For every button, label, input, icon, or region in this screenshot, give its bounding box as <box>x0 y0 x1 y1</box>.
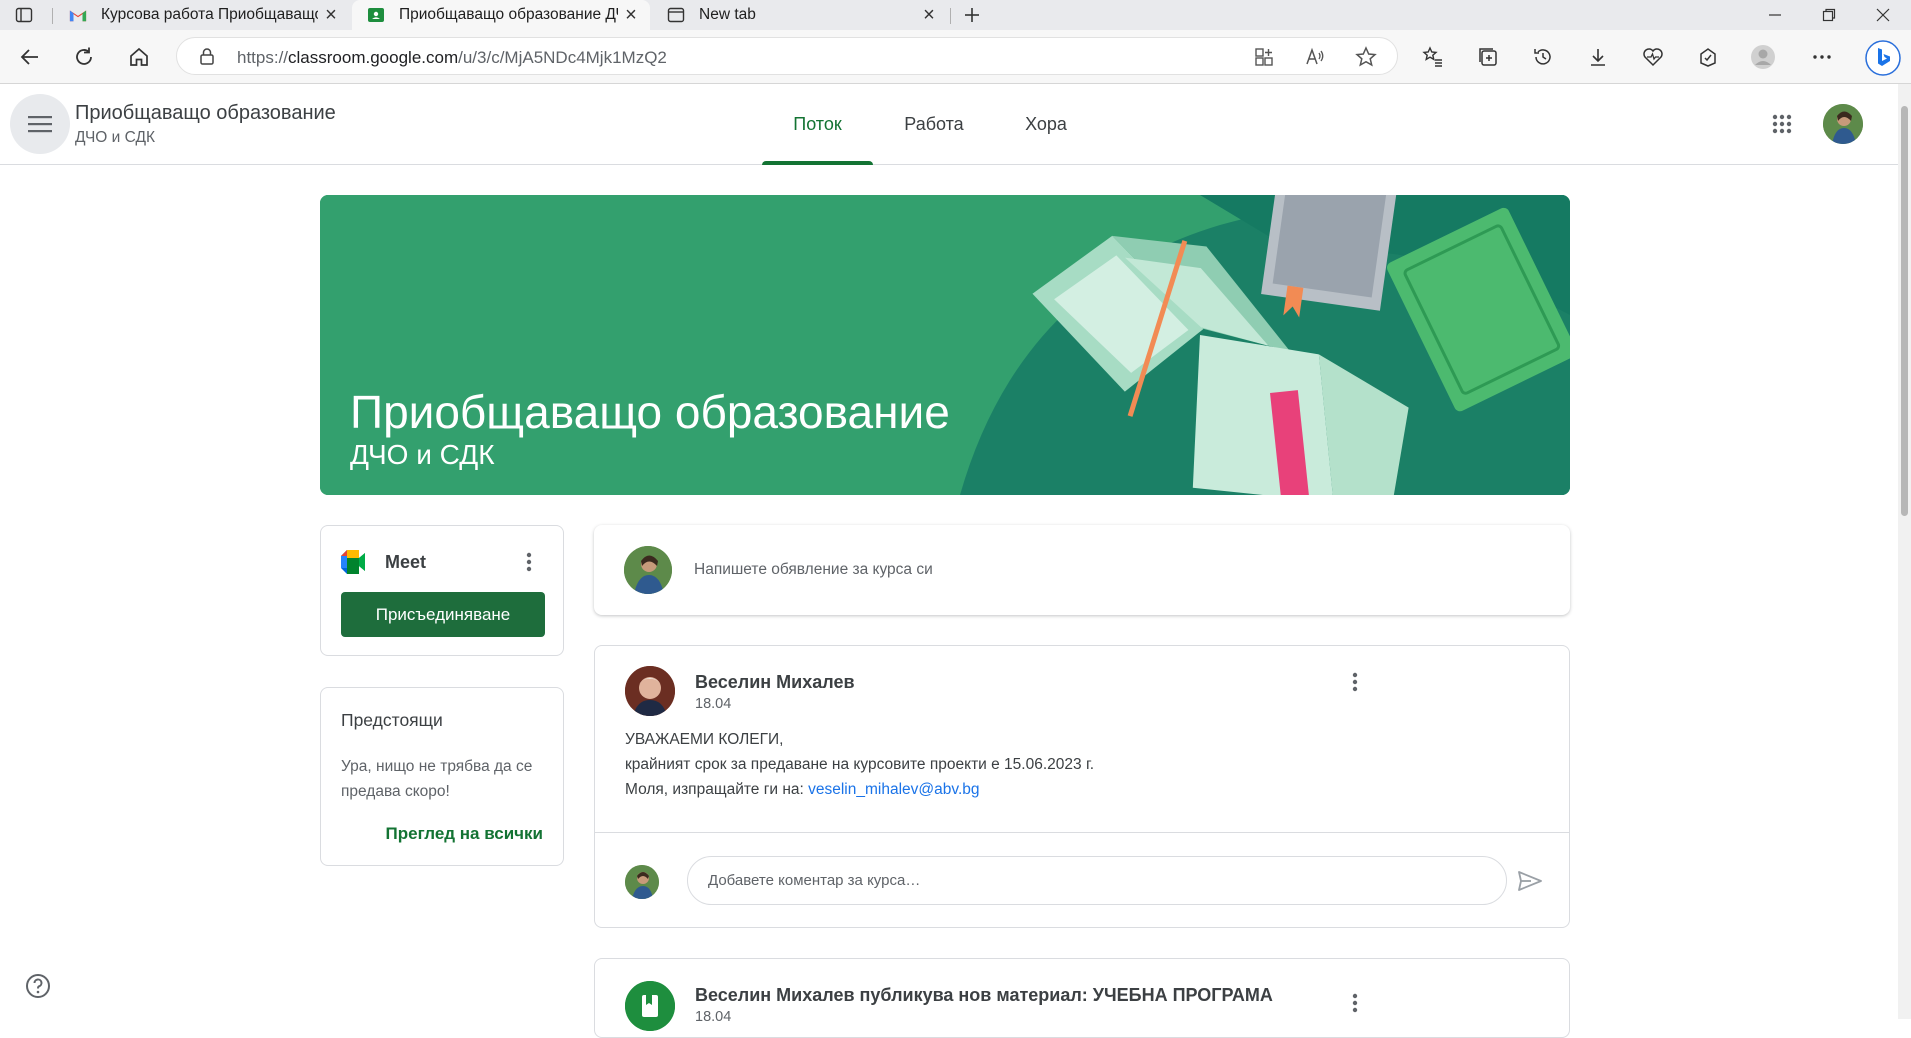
post-body: УВАЖАЕМИ КОЛЕГИ, крайният срок за предав… <box>625 727 1094 802</box>
comment-placeholder: Добавете коментар за курса… <box>708 872 921 889</box>
browser-toolbar: https://classroom.google.com/u/3/c/MjA5N… <box>0 30 1911 84</box>
profile-icon[interactable] <box>1747 41 1779 73</box>
books-illustration-icon <box>320 195 1570 495</box>
app-available-icon[interactable] <box>1252 45 1276 69</box>
class-title[interactable]: Приобщаващо образование <box>75 102 336 125</box>
close-tab-icon[interactable]: × <box>618 2 644 28</box>
tab-stream[interactable]: Поток <box>762 84 873 165</box>
favorites-icon[interactable] <box>1417 41 1449 73</box>
downloads-icon[interactable] <box>1582 41 1614 73</box>
page-scrollbar[interactable] <box>1898 84 1911 1019</box>
meet-join-button[interactable]: Присъединяване <box>341 592 545 637</box>
post-author: Веселин Михалев <box>695 672 855 692</box>
browser-tab-new[interactable]: New tab × <box>652 0 948 30</box>
commenter-avatar <box>625 865 659 899</box>
upcoming-card: Предстоящи Ура, нищо не трябва да се пре… <box>320 687 564 866</box>
more-options-icon[interactable] <box>1806 41 1838 73</box>
post-line: Моля, изпращайте ги на: veselin_mihalev@… <box>625 777 1094 802</box>
back-icon[interactable] <box>14 41 46 73</box>
browser-tab-gmail[interactable]: Курсова работа Приобщаващо × <box>54 0 350 30</box>
tab-label: Курсова работа Приобщаващо <box>101 6 318 23</box>
comment-input[interactable]: Добавете коментар за курса… <box>687 856 1507 905</box>
material-more-icon[interactable] <box>1343 991 1367 1015</box>
home-icon[interactable] <box>123 41 155 73</box>
url-prefix: https:// <box>237 48 289 67</box>
history-icon[interactable] <box>1527 41 1559 73</box>
post-line: УВАЖАЕМИ КОЛЕГИ, <box>625 731 784 748</box>
post-more-icon[interactable] <box>1343 670 1367 694</box>
post-line-text: Моля, изпращайте ги на: <box>625 781 809 798</box>
classroom-header: Приобщаващо образование ДЧО и СДК Поток … <box>0 84 1898 165</box>
help-icon[interactable] <box>22 970 54 1002</box>
send-icon[interactable] <box>1515 866 1545 896</box>
meet-label: Meet <box>385 552 427 572</box>
post-line: крайният срок за предаване на курсовите … <box>625 756 1095 773</box>
close-window-icon[interactable] <box>1855 0 1911 30</box>
google-meet-icon <box>341 550 371 579</box>
scrollbar-thumb[interactable] <box>1901 106 1908 516</box>
gmail-icon <box>69 6 87 24</box>
divider <box>595 832 1569 833</box>
upcoming-empty-text: Ура, нищо не трябва да се предава скоро! <box>341 758 533 800</box>
close-tab-icon[interactable]: × <box>318 2 344 28</box>
class-section: ДЧО и СДК <box>75 129 156 146</box>
minimize-icon[interactable] <box>1747 0 1803 30</box>
favorite-star-icon[interactable] <box>1354 45 1378 69</box>
browser-tab-classroom[interactable]: Приобщаващо образование ДЧ × <box>352 0 650 30</box>
google-apps-icon[interactable] <box>1766 108 1798 140</box>
tab-label: Приобщаващо образование ДЧ <box>399 6 618 23</box>
banner-title: Приобщаващо образование <box>350 386 950 438</box>
upcoming-title: Предстоящи <box>341 710 443 730</box>
reload-icon[interactable] <box>68 41 100 73</box>
banner-subtitle: ДЧО и СДК <box>350 439 495 470</box>
user-avatar <box>624 546 672 594</box>
collections-icon[interactable] <box>1472 41 1504 73</box>
class-banner: Приобщаващо образование ДЧО и СДК <box>320 195 1570 495</box>
read-aloud-icon[interactable] <box>1303 45 1327 69</box>
tab-people[interactable]: Хора <box>1010 84 1082 165</box>
tab-label: New tab <box>699 6 756 23</box>
address-bar[interactable]: https://classroom.google.com/u/3/c/MjA5N… <box>176 37 1398 75</box>
url-path: /u/3/c/MjA5NDc4Mjk1MzQ2 <box>458 48 667 67</box>
account-avatar[interactable] <box>1823 104 1863 144</box>
new-tab-icon <box>667 6 685 24</box>
announcement-post: Веселин Михалев 18.04 УВАЖАЕМИ КОЛЕГИ, к… <box>594 645 1570 928</box>
material-post[interactable]: Веселин Михалев публикува нов материал: … <box>594 958 1570 1038</box>
bing-copilot-icon[interactable] <box>1864 39 1902 77</box>
announcement-placeholder: Напишете обявление за курса си <box>694 561 933 578</box>
tab-classwork[interactable]: Работа <box>890 84 978 165</box>
classroom-icon <box>367 6 385 24</box>
view-all-link[interactable]: Преглед на всички <box>386 824 543 844</box>
browser-essentials-icon[interactable] <box>1637 41 1669 73</box>
close-tab-icon[interactable]: × <box>916 2 942 28</box>
author-avatar[interactable] <box>625 666 675 716</box>
email-link[interactable]: veselin_mihalev@abv.bg <box>808 781 979 798</box>
url-text[interactable]: https://classroom.google.com/u/3/c/MjA5N… <box>237 48 667 68</box>
material-title: Веселин Михалев публикува нов материал: … <box>695 985 1273 1005</box>
tab-actions-icon[interactable] <box>12 3 36 27</box>
performance-icon[interactable] <box>1692 41 1724 73</box>
meet-more-icon[interactable] <box>517 550 541 574</box>
url-host: classroom.google.com <box>288 48 459 67</box>
main-menu-button[interactable] <box>10 94 70 154</box>
announcement-composer[interactable]: Напишете обявление за курса си <box>594 525 1570 615</box>
new-tab-button[interactable] <box>960 3 984 27</box>
material-icon <box>625 981 675 1031</box>
restore-icon[interactable] <box>1801 0 1857 30</box>
browser-tab-bar: Курсова работа Приобщаващо × Приобщаващо… <box>0 0 1911 30</box>
meet-card: Meet Присъединяване <box>320 525 564 656</box>
material-date: 18.04 <box>695 1009 732 1025</box>
hamburger-icon <box>28 116 52 133</box>
lock-icon[interactable] <box>199 47 215 70</box>
post-date: 18.04 <box>695 696 732 712</box>
